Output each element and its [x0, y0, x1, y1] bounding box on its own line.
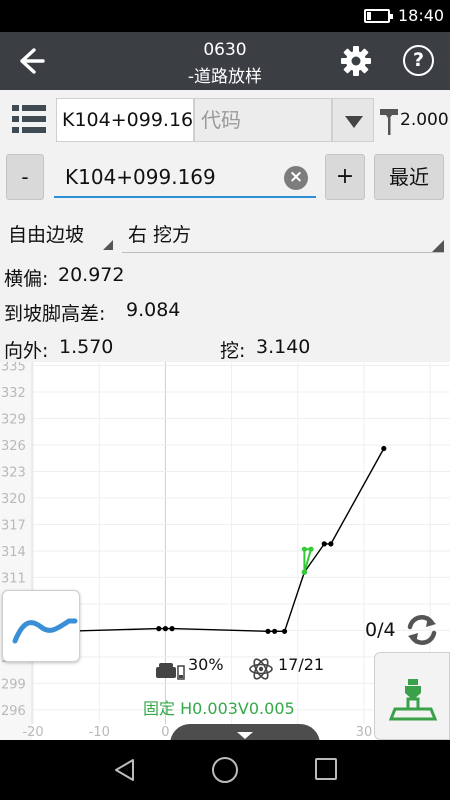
data-point: [301, 546, 308, 552]
y-tick-label: 314: [1, 545, 26, 560]
side-type-underline: [122, 252, 444, 253]
toe-diff-label: 到坡脚高差:: [4, 303, 106, 325]
receiver-battery-icon: [156, 663, 185, 680]
app-title: 0630: [203, 40, 247, 60]
clear-icon[interactable]: ×: [284, 166, 308, 190]
y-tick-label: 299: [1, 677, 26, 692]
y-tick-label: 332: [1, 386, 26, 401]
cut-label: 挖:: [220, 340, 246, 362]
y-tick-label: 320: [1, 492, 26, 507]
list-icon[interactable]: [12, 104, 46, 134]
data-point: [162, 626, 169, 632]
data-point: [301, 569, 308, 575]
help-icon[interactable]: ?: [403, 45, 434, 76]
slope-type-select[interactable]: 自由边坡: [8, 220, 84, 247]
rod-height-icon[interactable]: [378, 106, 400, 136]
data-point: [272, 628, 278, 634]
code-input[interactable]: 代码: [194, 98, 332, 142]
nav-home-icon[interactable]: [212, 757, 238, 783]
data-point: [281, 628, 288, 634]
point-counter: 0/4: [365, 619, 396, 641]
side-type-dropdown-icon[interactable]: [432, 240, 444, 252]
toe-diff-value: 9.084: [126, 299, 181, 321]
y-tick-label: 311: [1, 571, 26, 586]
stakeout-button[interactable]: [374, 652, 450, 740]
y-tick-label: 329: [1, 413, 26, 428]
station-field[interactable]: K104+099.169: [56, 98, 194, 142]
data-point: [308, 546, 314, 552]
data-point: [156, 626, 162, 632]
y-tick-label: 335: [1, 362, 26, 375]
gear-icon[interactable]: [338, 43, 374, 79]
station-input[interactable]: K104+099.169: [54, 156, 316, 198]
nav-back-icon[interactable]: [112, 757, 138, 783]
increment-button[interactable]: +: [325, 154, 365, 200]
profile-line-icon: [12, 618, 78, 644]
offset-value: 20.972: [58, 264, 125, 286]
satellite-count: 17/21: [278, 655, 325, 674]
data-point: [381, 445, 387, 452]
fix-status: 固定 H0.003V0.005: [143, 699, 295, 718]
x-tick-label: -20: [22, 725, 43, 740]
status-bar: 18:40: [0, 0, 450, 32]
layer-button[interactable]: [2, 590, 80, 662]
x-tick-label: 0: [161, 725, 169, 740]
y-tick-label: 326: [1, 439, 26, 454]
system-nav-bar: [0, 740, 450, 800]
recent-button[interactable]: 最近: [374, 154, 444, 200]
nav-recents-icon[interactable]: [315, 758, 337, 780]
app-bar: 0630 -道路放样 ?: [0, 32, 450, 90]
x-tick-label: -10: [89, 725, 110, 740]
stakeout-icon: [388, 679, 438, 721]
app-subtitle: -道路放样: [187, 67, 263, 87]
series-line: [303, 548, 313, 573]
battery-icon: [364, 9, 393, 23]
data-point: [328, 541, 334, 547]
x-tick-label: 30: [356, 725, 373, 740]
satellite-icon: [249, 658, 273, 680]
data-point: [265, 628, 271, 634]
slope-type-dropdown-icon[interactable]: [103, 240, 113, 250]
outward-label: 向外:: [4, 340, 49, 362]
y-tick-label: 317: [1, 518, 26, 533]
y-tick-label: 323: [1, 465, 26, 480]
receiver-battery-text: 30%: [188, 655, 224, 674]
code-dropdown-button[interactable]: [332, 98, 374, 142]
data-point: [321, 541, 327, 547]
battery-level-fill: [367, 12, 371, 20]
rod-height-value[interactable]: 2.000: [400, 110, 449, 130]
outward-value: 1.570: [59, 336, 114, 358]
refresh-icon[interactable]: [404, 612, 440, 648]
data-point: [169, 626, 175, 632]
status-time: 18:40: [398, 6, 445, 25]
offset-label: 横偏:: [4, 268, 49, 290]
side-type-select[interactable]: 右 挖方: [128, 220, 191, 247]
main-content: K104+099.169 代码 2.000 - K104+099.169 × +…: [0, 90, 450, 744]
cut-value: 3.140: [256, 336, 311, 358]
y-tick-label: 296: [1, 704, 26, 719]
decrement-button[interactable]: -: [6, 154, 44, 200]
